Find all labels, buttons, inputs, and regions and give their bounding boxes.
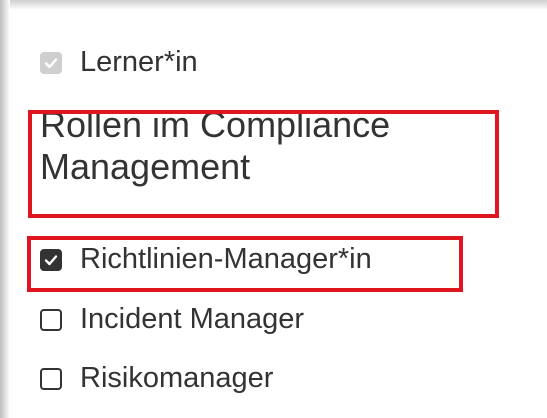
option-label: Incident Manager — [80, 303, 305, 335]
checkbox-risikomanager[interactable] — [40, 367, 62, 390]
checkbox-lerner — [40, 51, 62, 74]
screenshot-frame: Lerner*in Rollen im Compliance Managemen… — [0, 0, 547, 418]
option-label: Risikomanager — [80, 362, 274, 394]
checkbox-incident-manager[interactable] — [40, 308, 62, 331]
left-shadow — [0, 0, 10, 418]
top-shadow — [0, 0, 547, 10]
highlight-box-title — [28, 110, 499, 218]
check-icon — [44, 57, 58, 68]
option-risikomanager[interactable]: Risikomanager — [40, 362, 273, 395]
option-incident-manager[interactable]: Incident Manager — [40, 303, 304, 336]
highlight-box-option — [27, 236, 463, 292]
option-label: Lerner*in — [80, 46, 198, 78]
option-lerner: Lerner*in — [40, 46, 198, 79]
